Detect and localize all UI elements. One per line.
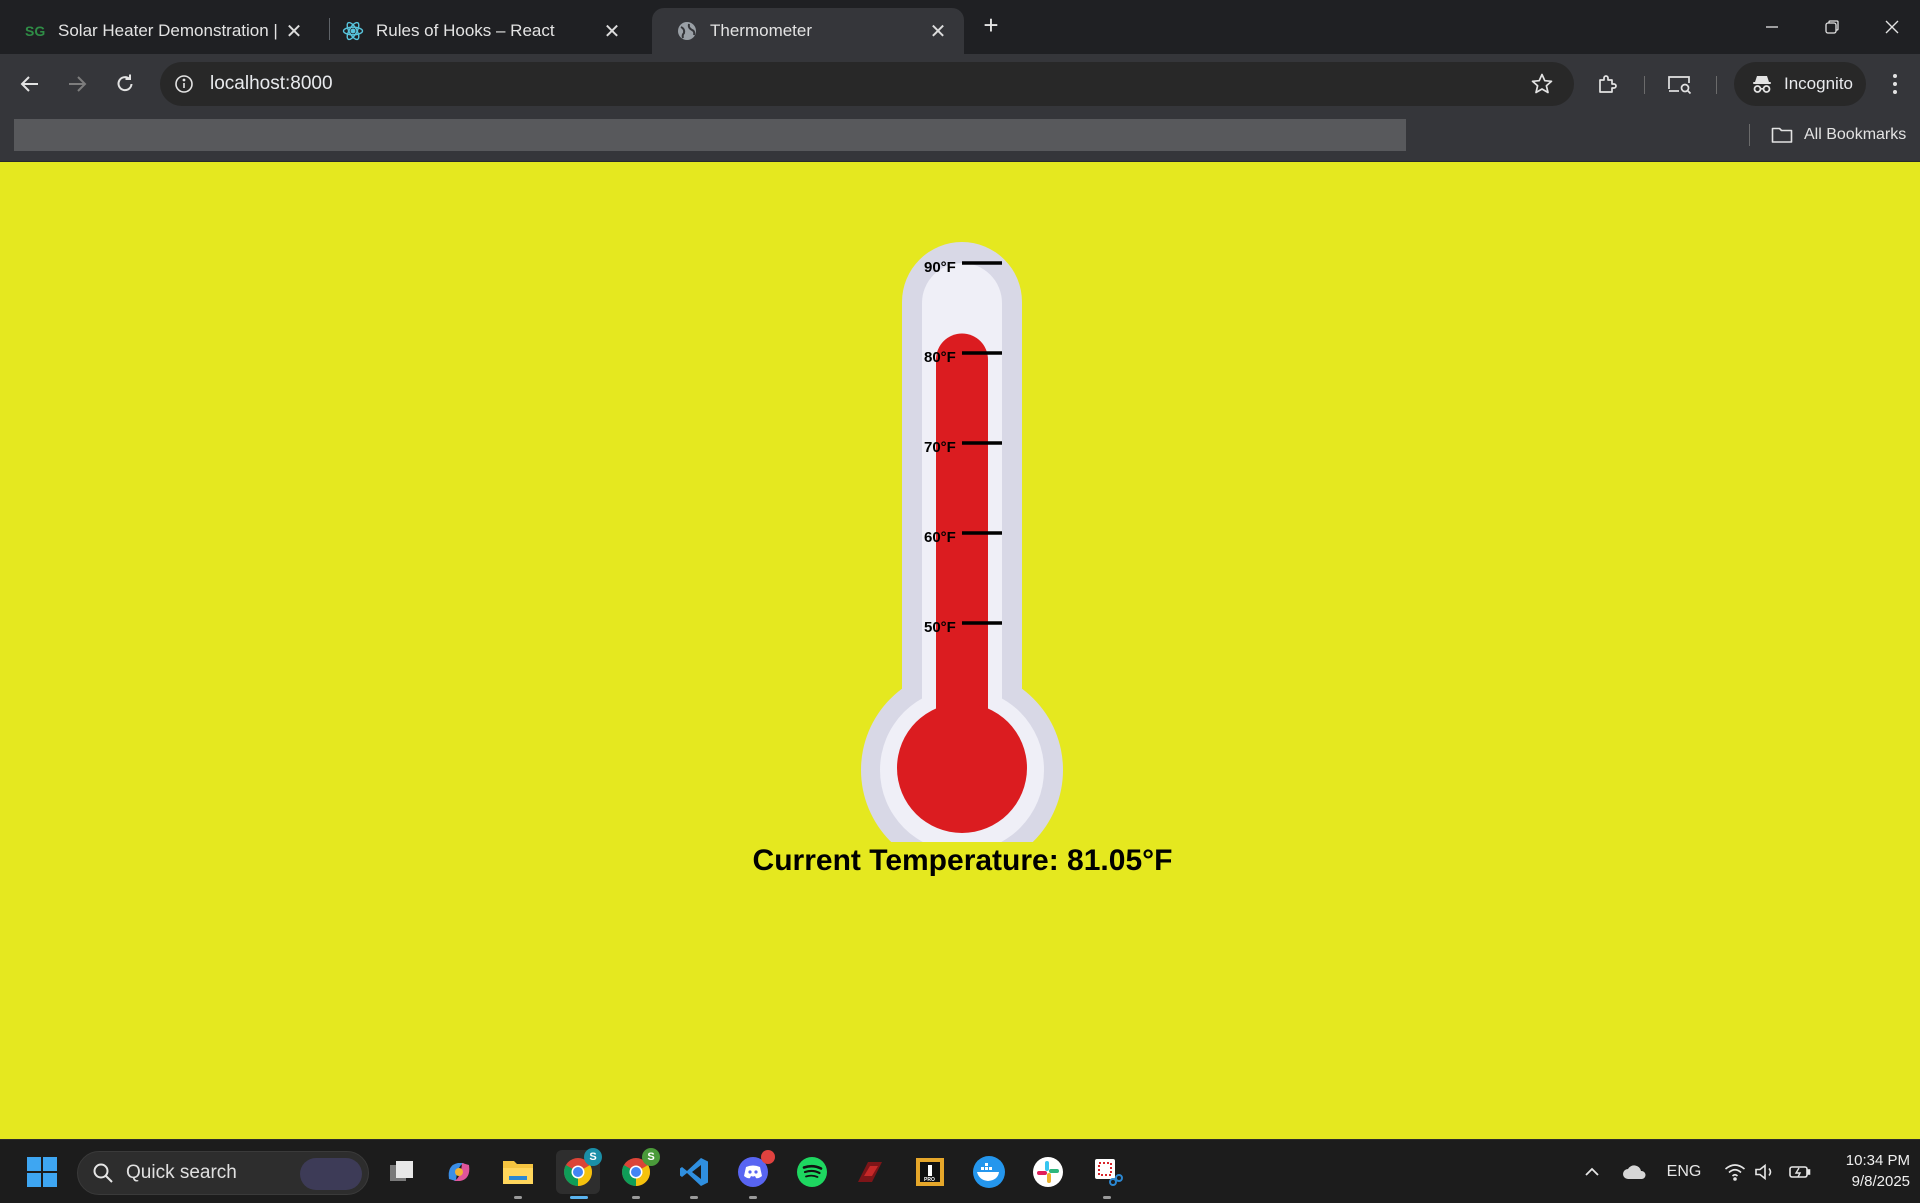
mercury-bulb [897,703,1027,833]
globe-icon [676,20,698,42]
quick-search-box[interactable]: Quick search [77,1151,369,1195]
back-icon[interactable] [12,66,48,102]
browser-toolbar: localhost:8000 Incognito [0,54,1920,114]
vscode-icon[interactable] [672,1150,716,1199]
profile-badge: S [584,1148,602,1166]
tab-thermometer[interactable]: Thermometer ✕ [652,8,964,54]
bookmarks-bar: All Bookmarks [0,114,1920,162]
clock-date: 9/8/2025 [1851,1173,1910,1190]
bookmarks-redacted-area [14,119,1406,151]
svg-text:SG: SG [25,23,45,39]
tick-label: 50°F [924,619,956,636]
incognito-icon [1750,72,1774,96]
file-explorer-icon[interactable] [496,1150,540,1199]
more-menu-icon[interactable] [1880,66,1910,102]
react-logo-icon [342,20,364,42]
page-viewport: 90°F 80°F 70°F 60°F 50°F Current Temperature… [0,162,1920,1139]
restore-icon[interactable] [1802,0,1862,54]
intellij-icon[interactable]: PRO [908,1150,952,1194]
chrome-profile-icon[interactable]: S [614,1148,660,1199]
tab-title: Solar Heater Demonstration | Sc [58,21,282,40]
search-icon [92,1162,114,1184]
volume-icon[interactable] [1752,1140,1778,1203]
forward-icon[interactable] [59,66,95,102]
all-bookmarks-button[interactable]: All Bookmarks [1770,120,1906,150]
close-window-icon[interactable] [1862,0,1920,54]
tick-label: 80°F [924,349,956,366]
all-bookmarks-label: All Bookmarks [1804,126,1907,143]
wifi-icon[interactable] [1722,1140,1748,1203]
tab-solar-heater[interactable]: SG Solar Heater Demonstration | Sc ✕ [0,8,320,54]
discord-icon[interactable] [731,1150,775,1199]
taskbar: Quick search S S PRO ENG 10:34 PM 9/8/20… [0,1139,1920,1203]
notification-badge [761,1150,775,1164]
tab-rules-of-hooks[interactable]: Rules of Hooks – React ✕ [318,8,638,54]
minimize-icon[interactable] [1742,0,1802,54]
toolbar-separator [1644,76,1645,94]
address-bar[interactable]: localhost:8000 [160,62,1574,106]
address-url[interactable]: localhost:8000 [210,73,333,95]
svg-text:PRO: PRO [924,1177,935,1183]
bookmarks-separator [1749,124,1750,146]
tick-label: 90°F [924,259,956,276]
close-tab-icon[interactable]: ✕ [600,19,624,43]
bookmark-star-icon[interactable] [1530,72,1554,96]
current-temperature: Current Temperature: 81.05°F [752,844,1173,877]
cast-search-icon[interactable] [1664,68,1696,100]
folder-icon [1770,123,1794,147]
snipping-tool-icon[interactable] [1085,1150,1129,1199]
show-hidden-icons-icon[interactable] [1578,1140,1606,1203]
reload-icon[interactable] [107,66,143,102]
tick-label: 70°F [924,439,956,456]
tab-title: Rules of Hooks – React [376,21,555,40]
sg-logo-icon: SG [24,20,46,42]
profile-badge: S [642,1148,660,1166]
mercury-column [936,333,988,768]
close-tab-icon[interactable]: ✕ [926,19,950,43]
onedrive-icon[interactable] [1620,1140,1650,1203]
tab-title: Thermometer [710,21,813,40]
incognito-label: Incognito [1784,74,1853,93]
copilot-icon[interactable] [437,1150,481,1194]
language-indicator[interactable]: ENG [1662,1140,1706,1203]
system-clock[interactable]: 10:34 PM 9/8/2025 [1820,1150,1910,1192]
clock-time: 10:34 PM [1845,1152,1910,1169]
docker-icon[interactable] [967,1150,1011,1194]
close-tab-icon[interactable]: ✕ [282,19,306,43]
incognito-chip[interactable]: Incognito [1734,62,1866,106]
quick-search-label: Quick search [126,1162,237,1183]
task-view-icon[interactable] [380,1150,424,1194]
toolbar-separator [1716,76,1717,94]
battery-icon[interactable] [1786,1140,1814,1203]
start-icon[interactable] [20,1150,64,1194]
tick-label: 60°F [924,529,956,546]
tab-strip: SG Solar Heater Demonstration | Sc ✕ Rul… [0,0,1920,54]
thermometer: 90°F 80°F 70°F 60°F 50°F [861,242,1063,842]
spotify-icon[interactable] [790,1150,834,1194]
new-tab-button[interactable]: + [976,10,1006,40]
search-highlight-image [300,1158,362,1190]
chrome-icon[interactable]: S [556,1148,602,1199]
red-app-icon[interactable] [848,1150,892,1194]
site-info-icon[interactable] [172,72,196,96]
extensions-icon[interactable] [1592,68,1624,100]
slack-icon[interactable] [1026,1150,1070,1194]
